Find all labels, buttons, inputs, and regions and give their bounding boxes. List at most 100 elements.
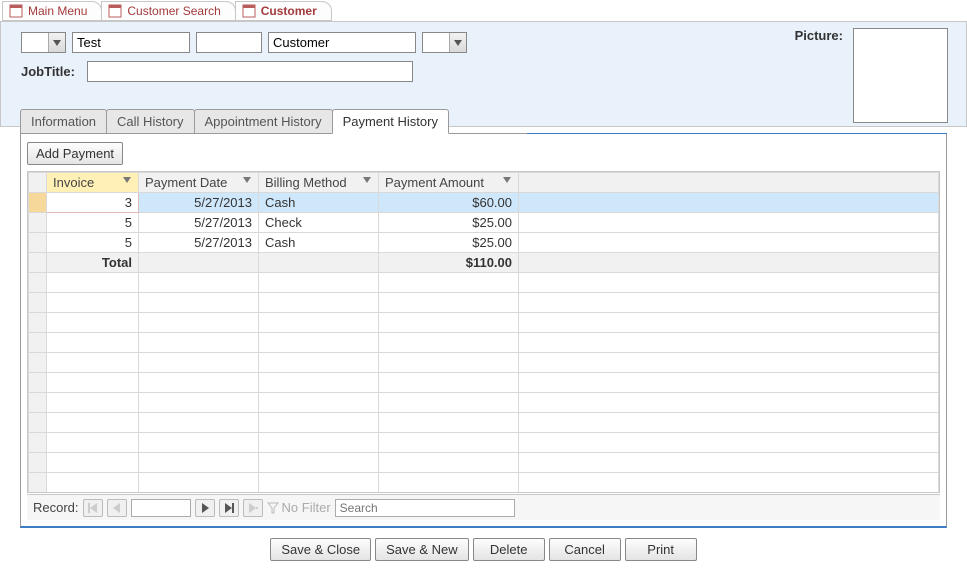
button-label: Print [647,542,674,557]
form-icon [108,4,122,18]
add-payment-button[interactable]: Add Payment [27,142,123,165]
window-tab-label: Customer [261,4,317,18]
nav-prev-icon[interactable] [107,499,127,517]
chevron-down-icon[interactable] [123,177,135,189]
button-label: Add Payment [36,146,114,161]
record-number-input[interactable] [131,499,191,517]
tab-label: Appointment History [205,114,322,129]
col-header-payment-date[interactable]: Payment Date [139,173,259,193]
row-selector[interactable] [29,233,47,253]
cell-amount[interactable]: $60.00 [379,193,519,213]
cell-method[interactable]: Check [259,213,379,233]
cell-date[interactable]: 5/27/2013 [139,233,259,253]
detail-tab-control: Information Call History Appointment His… [20,109,947,528]
cell-invoice[interactable]: 5 [47,213,139,233]
record-search-input[interactable] [335,499,515,517]
window-tab-label: Main Menu [28,4,87,18]
cell-blank [259,253,379,273]
grid-total-row: Total $110.00 [29,253,939,273]
row-selector [29,253,47,273]
last-name-input[interactable] [268,32,416,53]
window-tab-label: Customer Search [127,4,220,18]
row-selector[interactable] [29,193,47,213]
total-amount: $110.00 [379,253,519,273]
tab-accent-line [527,133,947,134]
button-label: Cancel [564,542,604,557]
cell-blank [519,253,939,273]
tab-information[interactable]: Information [20,109,107,134]
filter-label: No Filter [282,500,331,515]
middle-name-input[interactable] [196,32,262,53]
col-header-blank [519,173,939,193]
save-new-button[interactable]: Save & New [375,538,469,561]
cell-method[interactable]: Cash [259,233,379,253]
tab-label: Payment History [343,114,438,129]
cell-blank [519,193,939,213]
window-tab-bar: Main Menu Customer Search Customer [0,0,967,22]
record-navigator: Record: No Filter [27,494,940,520]
chevron-down-icon[interactable] [449,33,466,52]
cell-amount[interactable]: $25.00 [379,233,519,253]
cell-date[interactable]: 5/27/2013 [139,193,259,213]
window-tab-main-menu[interactable]: Main Menu [2,1,102,21]
first-name-input[interactable] [72,32,190,53]
tab-appointment-history[interactable]: Appointment History [194,109,333,134]
col-header-label: Invoice [53,175,94,190]
total-label: Total [47,253,139,273]
button-label: Delete [490,542,528,557]
chevron-down-icon[interactable] [243,177,255,189]
nav-first-icon[interactable] [83,499,103,517]
col-header-billing-method[interactable]: Billing Method [259,173,379,193]
cancel-button[interactable]: Cancel [549,538,621,561]
grid-corner[interactable] [29,173,47,193]
tab-payment-history[interactable]: Payment History [332,109,449,134]
form-icon [9,4,23,18]
cell-invoice[interactable]: 5 [47,233,139,253]
cell-invoice[interactable]: 3 [47,193,139,213]
grid-row[interactable]: 5 5/27/2013 Cash $25.00 [29,233,939,253]
payment-grid: Invoice Payment Date Billing Method [27,171,940,493]
button-label: Save & New [386,542,458,557]
cell-blank [519,233,939,253]
jobtitle-label: JobTitle: [21,64,75,79]
tab-label: Call History [117,114,183,129]
grid-header-row: Invoice Payment Date Billing Method [29,173,939,193]
cell-blank [519,213,939,233]
window-tab-customer[interactable]: Customer [235,1,332,21]
cell-date[interactable]: 5/27/2013 [139,213,259,233]
col-header-invoice[interactable]: Invoice [47,173,139,193]
chevron-down-icon[interactable] [363,177,375,189]
cell-amount[interactable]: $25.00 [379,213,519,233]
save-close-button[interactable]: Save & Close [270,538,371,561]
grid-row[interactable]: 5 5/27/2013 Check $25.00 [29,213,939,233]
col-header-label: Payment Date [145,175,227,190]
suffix-input[interactable] [423,33,449,52]
button-label: Save & Close [281,542,360,557]
nav-next-icon[interactable] [195,499,215,517]
footer-buttons: Save & Close Save & New Delete Cancel Pr… [0,528,967,561]
cell-method[interactable]: Cash [259,193,379,213]
print-button[interactable]: Print [625,538,697,561]
col-header-label: Payment Amount [385,175,484,190]
tab-label: Information [31,114,96,129]
funnel-icon [267,502,279,514]
record-label: Record: [33,500,79,515]
title-input[interactable] [22,33,48,52]
window-tab-customer-search[interactable]: Customer Search [101,1,235,21]
chevron-down-icon[interactable] [48,33,65,52]
title-combo[interactable] [21,32,66,53]
form-icon [242,4,256,18]
suffix-combo[interactable] [422,32,467,53]
picture-label: Picture: [795,28,843,43]
tab-call-history[interactable]: Call History [106,109,194,134]
nav-last-icon[interactable] [219,499,239,517]
delete-button[interactable]: Delete [473,538,545,561]
jobtitle-input[interactable] [87,61,413,82]
filter-indicator[interactable]: No Filter [267,500,331,515]
col-header-payment-amount[interactable]: Payment Amount [379,173,519,193]
chevron-down-icon[interactable] [503,177,515,189]
nav-new-icon[interactable] [243,499,263,517]
row-selector[interactable] [29,213,47,233]
col-header-label: Billing Method [265,175,347,190]
grid-row[interactable]: 3 5/27/2013 Cash $60.00 [29,193,939,213]
